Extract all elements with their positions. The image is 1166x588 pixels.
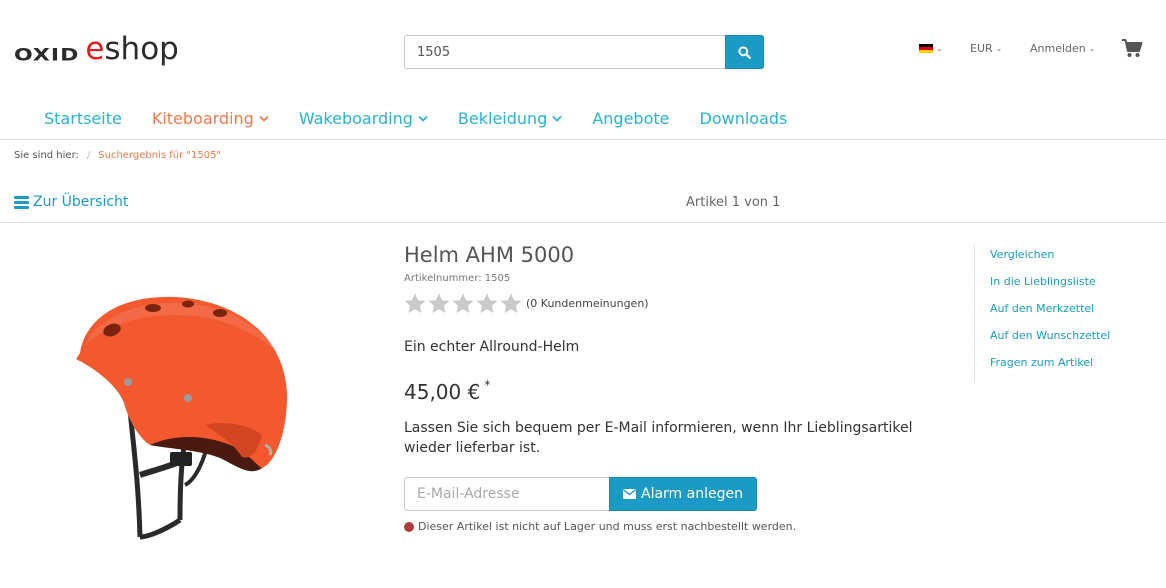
currency-selector[interactable]: EUR ⌄ bbox=[970, 41, 1002, 55]
price-value: 45,00 € bbox=[404, 380, 481, 404]
price-footnote-marker: * bbox=[484, 378, 491, 392]
main-navigation: Startseite Kiteboarding Wakeboarding Bek… bbox=[44, 109, 817, 128]
chevron-down-icon: ⌄ bbox=[995, 43, 1003, 53]
nav-item-bekleidung[interactable]: Bekleidung bbox=[458, 109, 562, 128]
login-label: Anmelden bbox=[1030, 41, 1086, 55]
search-input[interactable] bbox=[404, 35, 725, 69]
chevron-down-icon bbox=[418, 115, 428, 122]
currency-label: EUR bbox=[970, 41, 993, 55]
back-to-overview-link[interactable]: Zur Übersicht bbox=[14, 194, 128, 210]
notice-list-link[interactable]: Auf den Merkzettel bbox=[990, 298, 1154, 325]
nav-item-label: Wakeboarding bbox=[298, 109, 413, 128]
create-alarm-button[interactable]: Alarm anlegen bbox=[609, 477, 757, 511]
article-pager: Artikel 1 von 1 bbox=[686, 195, 781, 210]
login-dropdown[interactable]: Anmelden ⌄ bbox=[1030, 41, 1095, 55]
cart-icon[interactable] bbox=[1121, 38, 1143, 58]
stock-status-text: Dieser Artikel ist nicht auf Lager und m… bbox=[418, 520, 797, 533]
chevron-down-icon: ⌄ bbox=[936, 43, 943, 53]
nav-item-startseite[interactable]: Startseite bbox=[44, 109, 122, 128]
short-description: Ein echter Allround-Helm bbox=[404, 339, 580, 355]
nav-item-label: Downloads bbox=[699, 109, 788, 128]
nav-item-wakeboarding[interactable]: Wakeboarding bbox=[299, 109, 428, 128]
ask-question-link[interactable]: Fragen zum Artikel bbox=[990, 352, 1154, 379]
overview-label: Zur Übersicht bbox=[33, 194, 129, 210]
article-number: Artikelnummer: 1505 bbox=[404, 273, 511, 284]
chevron-down-icon bbox=[552, 115, 562, 122]
chevron-down-icon bbox=[259, 115, 269, 122]
breadcrumb-current[interactable]: Suchergebnis für "1505" bbox=[98, 150, 221, 161]
nav-item-kiteboarding[interactable]: Kiteboarding bbox=[152, 109, 269, 128]
search-button[interactable] bbox=[725, 35, 764, 69]
breadcrumb-separator: / bbox=[86, 150, 91, 161]
nav-item-label: Startseite bbox=[44, 109, 122, 128]
nav-item-label: Bekleidung bbox=[457, 109, 548, 128]
logo-text-oxid: OXID bbox=[14, 45, 80, 66]
nav-divider bbox=[0, 139, 1166, 140]
logo-text-e: e bbox=[85, 31, 105, 67]
product-image[interactable] bbox=[30, 275, 320, 550]
product-price: 45,00 € * bbox=[404, 378, 491, 404]
product-rating[interactable]: (0 Kundenmeinungen) bbox=[404, 293, 649, 314]
stock-alarm-form: Alarm anlegen bbox=[404, 477, 757, 511]
logo-text-shop: shop bbox=[104, 31, 179, 67]
stock-notification-text: Lassen Sie sich bequem per E-Mail inform… bbox=[404, 420, 913, 456]
compare-link[interactable]: Vergleichen bbox=[990, 244, 1154, 271]
out-of-stock-indicator-icon bbox=[404, 521, 414, 532]
wishlist-link[interactable]: Auf den Wunschzettel bbox=[990, 325, 1154, 352]
nav-item-angebote[interactable]: Angebote bbox=[592, 109, 669, 128]
flag-de-icon bbox=[919, 43, 933, 53]
star-icon[interactable] bbox=[428, 293, 450, 314]
chevron-down-icon: ⌄ bbox=[1088, 43, 1096, 53]
product-title: Helm AHM 5000 bbox=[404, 243, 575, 267]
create-alarm-label: Alarm anlegen bbox=[641, 486, 743, 502]
shop-logo[interactable]: OXID e shop bbox=[14, 31, 179, 67]
star-icon[interactable] bbox=[404, 293, 426, 314]
search-form bbox=[404, 35, 764, 69]
search-icon bbox=[738, 45, 751, 59]
stock-status: Dieser Artikel ist nicht auf Lager und m… bbox=[404, 520, 796, 533]
breadcrumb: Sie sind hier: / Suchergebnis für "1505" bbox=[14, 150, 221, 161]
content-divider bbox=[0, 222, 1166, 223]
star-icon[interactable] bbox=[476, 293, 498, 314]
list-icon bbox=[14, 195, 29, 209]
star-icon[interactable] bbox=[500, 293, 522, 314]
nav-item-downloads[interactable]: Downloads bbox=[700, 109, 788, 128]
nav-item-label: Angebote bbox=[592, 109, 670, 128]
envelope-icon bbox=[623, 489, 636, 499]
nav-item-label: Kiteboarding bbox=[151, 109, 254, 128]
email-field[interactable] bbox=[404, 477, 609, 511]
breadcrumb-prefix: Sie sind hier: bbox=[14, 150, 79, 161]
product-actions-list: Vergleichen In die Lieblingsliste Auf de… bbox=[974, 244, 1154, 382]
favorites-link[interactable]: In die Lieblingsliste bbox=[990, 271, 1154, 298]
language-selector[interactable]: ⌄ bbox=[919, 41, 943, 55]
star-icon[interactable] bbox=[452, 293, 474, 314]
review-count[interactable]: (0 Kundenmeinungen) bbox=[526, 297, 649, 310]
